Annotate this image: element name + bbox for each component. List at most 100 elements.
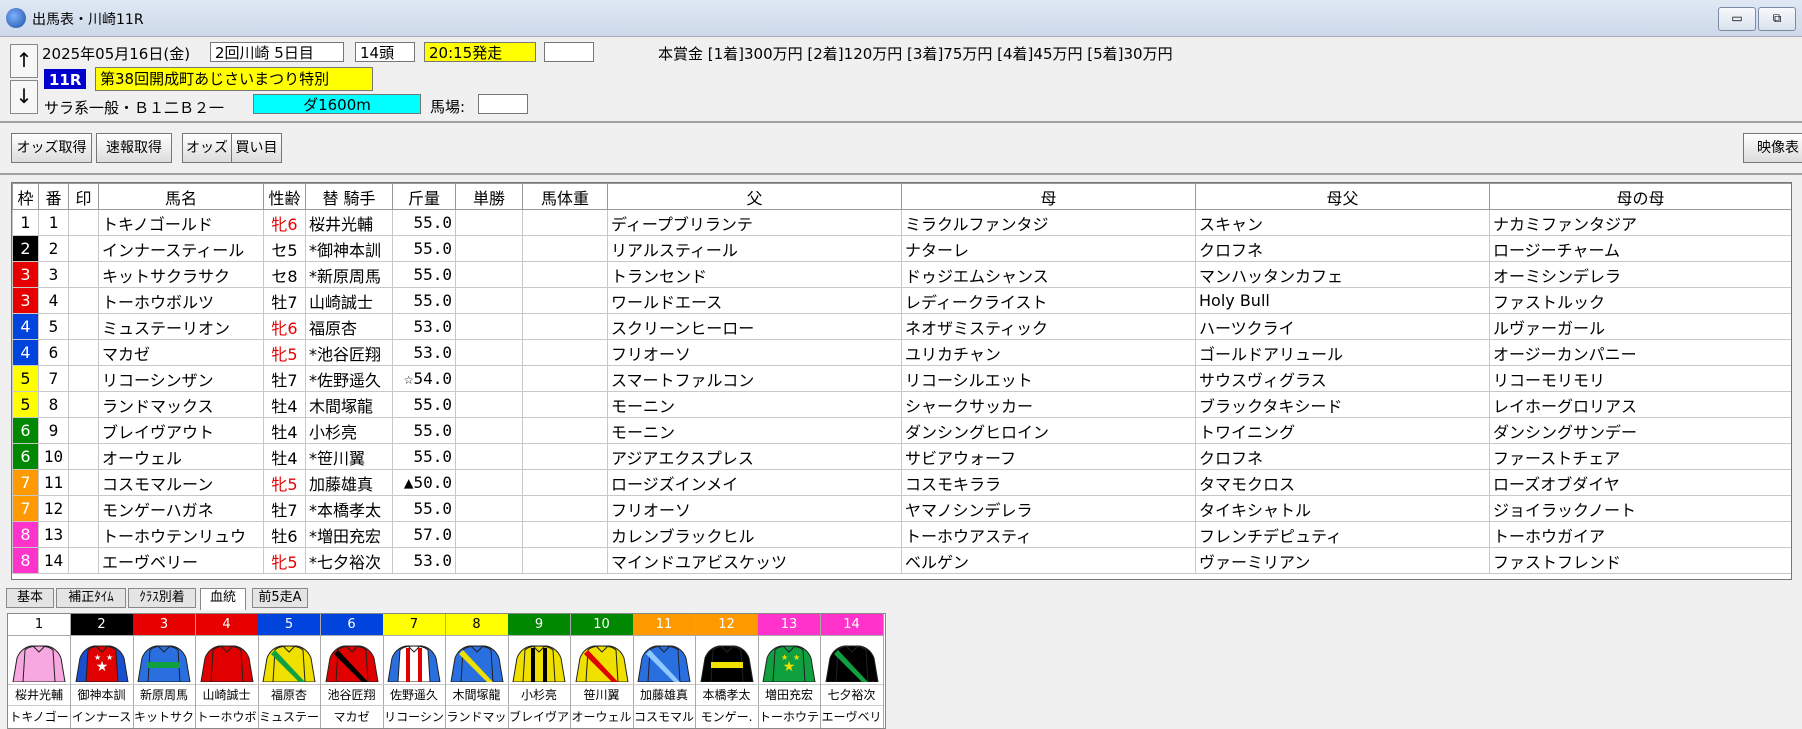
table-row[interactable]: 4 5 ミュステーリオン 牝6 福原杏 53.0 スクリーンヒーロー ネオザミスティック ハー… [12,313,1791,340]
sire-cell: ディープブリランテ [607,209,902,236]
table-row[interactable]: 6 10 オーウェル 牡4 *笹川翼 55.0 アジアエクスプレス サビアウォーフ クロフネ ファ… [12,443,1791,470]
col-waku[interactable]: 枠 [12,183,39,210]
sire-cell: フリオーソ [607,339,902,366]
table-row[interactable]: 7 12 モンゲーハガネ 牡7 *本橋孝太 55.0 フリオーソ ヤマノシンデレラ タイキシャト… [12,495,1791,522]
silk-jockey-name: 笹川翼 [570,684,633,705]
col-win-odds[interactable]: 単勝 [455,183,523,210]
table-row[interactable]: 3 3 キットサクラサク セ8 *新原周馬 55.0 トランセンド ドゥジエムシャンス マンハッ… [12,261,1791,288]
damdam-cell: ダンシングサンデー [1489,417,1791,444]
col-jockey[interactable]: 替 騎手 [305,183,393,210]
table-row[interactable]: 3 4 トーホウボルツ 牡7 山崎誠士 55.0 ワールドエース レディークライスト Holy… [12,287,1791,314]
tab-3[interactable]: 血統 [200,588,246,610]
table-row[interactable]: 5 8 ランドマックス 牡4 木間塚龍 55.0 モーニン シャークサッカー ブラックタキシー… [12,391,1791,418]
col-damsire[interactable]: 母父 [1195,183,1490,210]
video-button[interactable]: 映像表 [1743,133,1802,163]
col-dam[interactable]: 母 [901,183,1196,210]
body-weight-cell [522,235,608,262]
waku-cell: 5 [12,365,39,392]
silk-number: 3 [133,614,195,636]
horse-name-cell: インナースティール [98,235,264,262]
silk-jockey-name: 七夕裕次 [820,684,883,705]
jockey-silk-icon [699,645,754,682]
prev-race-button[interactable]: ↑ [10,44,38,78]
weight-cell: 55.0 [392,495,456,522]
table-row[interactable]: 8 14 エーヴベリー 牝5 *七夕裕次 53.0 マインドユアビスケッツ ベルゲン ヴァーミリ… [12,547,1791,574]
win-odds-cell [455,391,523,418]
prize-money: 本賞金 [1着]300万円 [2着]120万円 [3着]75万円 [4着]45万… [658,45,1173,63]
col-horse[interactable]: 馬名 [98,183,264,210]
silk-number: 12 [695,614,758,636]
tab-2[interactable]: ｸﾗｽ別着 [128,588,196,608]
win-odds-cell [455,261,523,288]
mark-cell [68,495,99,522]
weight-cell: 55.0 [392,443,456,470]
dam-cell: ダンシングヒロイン [901,417,1196,444]
horse-name-cell: ランドマックス [98,391,264,418]
dam-cell: ドゥジエムシャンス [901,261,1196,288]
mark-cell [68,235,99,262]
col-body-weight[interactable]: 馬体重 [522,183,608,210]
sex-age-cell: 牡7 [263,495,306,522]
win-odds-cell [455,547,523,574]
sire-cell: カレンブラックヒル [607,521,902,548]
next-race-button[interactable]: ↓ [10,80,38,114]
quick-fetch-button[interactable]: 速報取得 [96,133,172,163]
body-weight-cell [522,261,608,288]
col-number[interactable]: 番 [38,183,69,210]
body-weight-cell [522,547,608,574]
damsire-cell: Holy Bull [1195,287,1490,314]
app-icon [6,8,26,28]
col-sire[interactable]: 父 [607,183,902,210]
minimize-button[interactable]: ▭ [1718,7,1756,31]
number-cell: 3 [38,261,69,288]
win-odds-cell [455,443,523,470]
sire-cell: マインドユアビスケッツ [607,547,902,574]
table-header-row: 枠 番 印 馬名 性齢 替 騎手 斤量 単勝 馬体重 父 母 母父 母の母 [12,183,1791,210]
odds-fetch-button[interactable]: オッズ取得 [11,133,92,163]
silk-horse-name: マカゼ [320,705,383,728]
silk-jockey-name: 新原周馬 [133,684,195,705]
table-row[interactable]: 7 11 コスモマルーン 牝5 加藤雄真 ▲50.0 ロージズインメイ コスモキララ タマモク… [12,469,1791,496]
odds-button[interactable]: オッズ [182,133,232,163]
silk-horse-name: ミュステー [258,705,320,728]
table-row[interactable]: 8 13 トーホウテンリュウ 牡6 *増田充宏 57.0 カレンブラックヒル トーホウアスティ… [12,521,1791,548]
table-row[interactable]: 4 6 マカゼ 牝5 *池谷匠翔 53.0 フリオーソ ユリカチャン ゴールドアリュール オージー… [12,339,1791,366]
bet-button[interactable]: 買い目 [231,133,282,163]
sire-cell: スクリーンヒーロー [607,313,902,340]
svg-text:★: ★ [793,653,800,662]
col-sex-age[interactable]: 性齢 [263,183,306,210]
col-weight[interactable]: 斤量 [392,183,456,210]
col-mark[interactable]: 印 [68,183,99,210]
jockey-silk-icon [262,645,316,682]
table-row[interactable]: 1 1 トキノゴールド 牝6 桜井光輔 55.0 ディープブリランテ ミラクルファンタジ スキ… [12,209,1791,236]
table-row[interactable]: 2 2 インナースティール セ5 *御神本訓 55.0 リアルスティール ナターレ クロフネ ロー… [12,235,1791,262]
restore-button[interactable]: ⧉ [1758,7,1796,31]
silk-jockey-name: 増田充宏 [758,684,820,705]
silk-jockey-name: 佐野遥久 [383,684,445,705]
damdam-cell: ファストフレンド [1489,547,1791,574]
damsire-cell: タマモクロス [1195,469,1490,496]
mark-cell [68,547,99,574]
body-weight-cell [522,209,608,236]
table-row[interactable]: 5 7 リコーシンザン 牡7 *佐野遥久 ☆54.0 スマートファルコン リコーシルエット サウ… [12,365,1791,392]
tab-0[interactable]: 基本 [6,588,54,608]
number-cell: 8 [38,391,69,418]
mark-cell [68,209,99,236]
mark-cell [68,339,99,366]
damdam-cell: ローズオブダイヤ [1489,469,1791,496]
table-row[interactable]: 6 9 ブレイヴアウト 牡4 小杉亮 55.0 モーニン ダンシングヒロイン トワイニング ダン… [12,417,1791,444]
col-damdam[interactable]: 母の母 [1489,183,1791,210]
damsire-cell: フレンチデピュティ [1195,521,1490,548]
weight-cell: 55.0 [392,391,456,418]
damdam-cell: オーミシンデレラ [1489,261,1791,288]
number-cell: 4 [38,287,69,314]
tab-4[interactable]: 前5走A [252,588,308,608]
damsire-cell: クロフネ [1195,443,1490,470]
win-odds-cell [455,235,523,262]
sire-cell: モーニン [607,391,902,418]
damdam-cell: ジョイラックノート [1489,495,1791,522]
tab-1[interactable]: 補正ﾀｲﾑ [56,588,126,608]
sex-age-cell: 牝6 [263,209,306,236]
silk-card: 9 小杉亮 ブレイヴア [508,614,571,728]
damdam-cell: オージーカンパニー [1489,339,1791,366]
